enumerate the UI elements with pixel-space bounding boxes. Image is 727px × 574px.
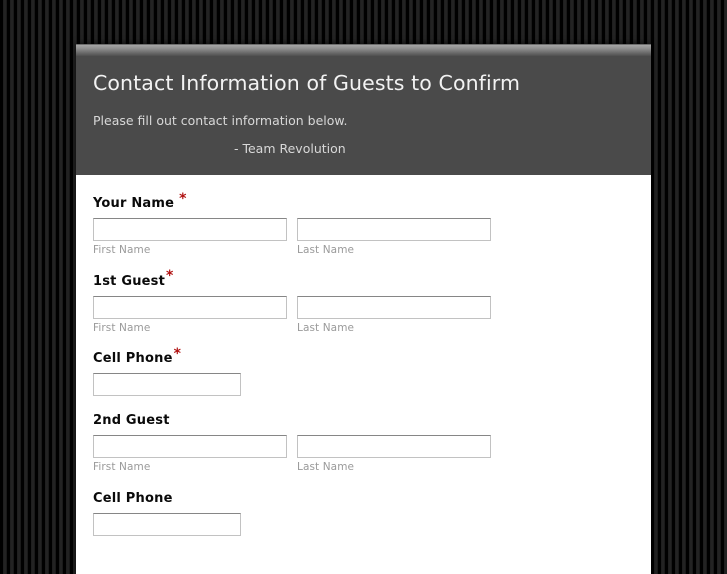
- field-label-text: Cell Phone: [93, 351, 173, 367]
- field-label-guest-1: 1st Guest*: [93, 269, 651, 290]
- input-guest-2-first[interactable]: [93, 435, 287, 459]
- input-block-guest-2-last: Last Name: [297, 435, 491, 474]
- inputs-line: [93, 373, 651, 397]
- form-row-guest-1: 1st Guest* First Name Last Name: [93, 269, 651, 335]
- page-title: Contact Information of Guests to Confirm: [93, 71, 521, 95]
- form-row-guest-2: 2nd Guest First Name Last Name: [93, 413, 651, 474]
- required-asterisk-icon: *: [173, 345, 182, 362]
- form-subtitle: Please fill out contact information belo…: [93, 112, 348, 128]
- input-your-name-first[interactable]: [93, 218, 287, 242]
- input-guest-2-last[interactable]: [297, 435, 491, 459]
- sub-label-guest-1-last: Last Name: [297, 321, 355, 334]
- input-block-your-name-last: Last Name: [297, 218, 491, 257]
- input-block-guest-1-last: Last Name: [297, 295, 491, 335]
- required-asterisk-icon: *: [166, 268, 174, 285]
- field-label-text: 2nd Guest: [93, 413, 170, 429]
- form-signature: - Team Revolution: [234, 140, 346, 156]
- inputs-line: First Name Last Name: [93, 435, 651, 474]
- form-row-guest-2-cell-phone: Cell Phone: [93, 490, 651, 536]
- input-your-name-last[interactable]: [297, 218, 491, 242]
- form-body: Your Name * First Name Last Name 1st Guest* F…: [76, 175, 651, 574]
- inputs-line: First Name Last Name: [93, 218, 651, 257]
- input-block-guest-1-first: First Name: [93, 295, 287, 335]
- form-header: Contact Information of Guests to Confirm…: [76, 44, 651, 176]
- input-block-guest-1-phone: [93, 373, 241, 397]
- form-row-your-name: Your Name * First Name Last Name: [93, 192, 651, 257]
- field-label-text: 1st Guest: [93, 273, 166, 289]
- input-guest-1-phone[interactable]: [93, 373, 241, 397]
- input-guest-2-phone[interactable]: [93, 512, 241, 536]
- field-label-your-name: Your Name *: [93, 192, 651, 212]
- sub-label-guest-2-first: First Name: [93, 461, 151, 474]
- field-label-text: Cell Phone: [93, 490, 173, 506]
- contact-form-panel: Contact Information of Guests to Confirm…: [76, 44, 651, 574]
- form-row-guest-1-cell-phone: Cell Phone*: [93, 347, 651, 397]
- sub-label-guest-2-last: Last Name: [297, 461, 355, 474]
- field-label-text: Your Name: [93, 196, 175, 212]
- sub-label-your-name-last: Last Name: [297, 244, 355, 257]
- inputs-line: First Name Last Name: [93, 295, 651, 335]
- sub-label-your-name-first: First Name: [93, 244, 151, 257]
- inputs-line: [93, 512, 651, 536]
- field-label-guest-2: 2nd Guest: [93, 413, 651, 429]
- sub-label-guest-1-first: First Name: [93, 321, 151, 334]
- input-block-your-name-first: First Name: [93, 218, 287, 257]
- input-block-guest-2-first: First Name: [93, 435, 287, 474]
- field-label-guest-2-cell-phone: Cell Phone: [93, 490, 651, 507]
- input-guest-1-first[interactable]: [93, 295, 287, 319]
- field-label-guest-1-cell-phone: Cell Phone*: [93, 347, 651, 367]
- input-block-guest-2-phone: [93, 512, 241, 536]
- input-guest-1-last[interactable]: [297, 295, 491, 319]
- required-asterisk-icon: *: [179, 190, 187, 207]
